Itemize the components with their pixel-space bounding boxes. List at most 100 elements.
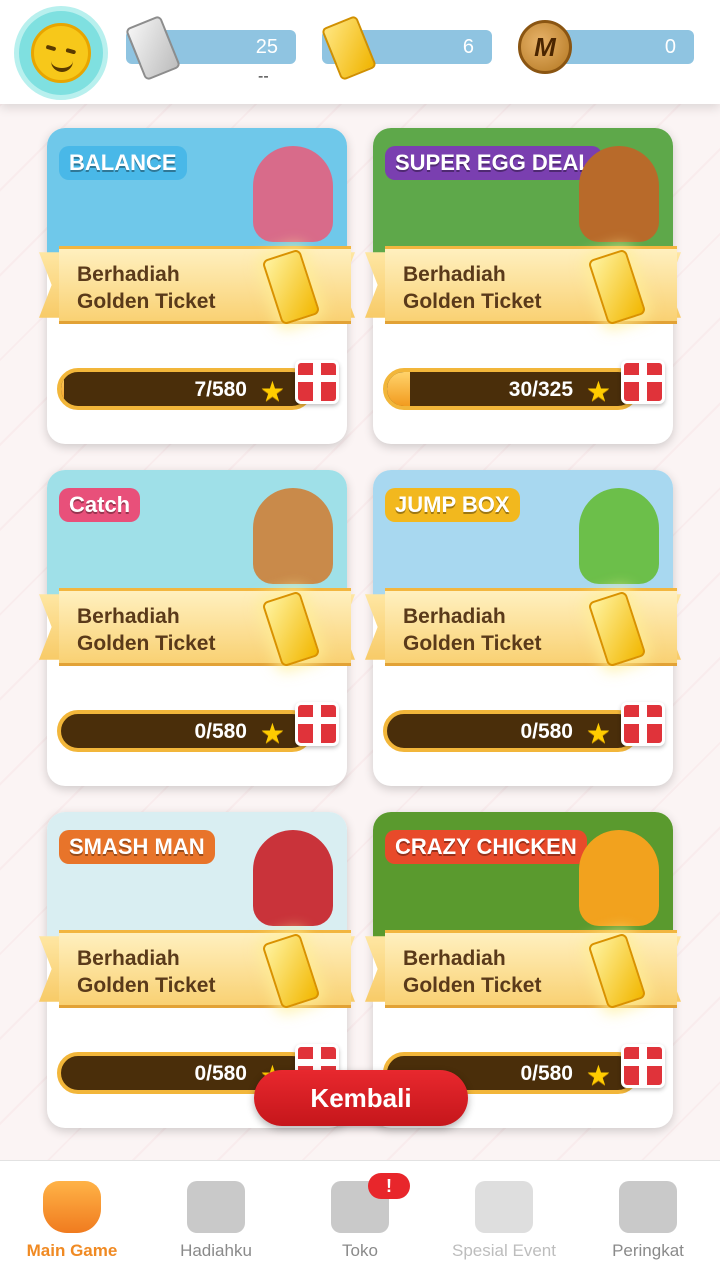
reward-line2: Golden Ticket	[77, 974, 216, 997]
avatar[interactable]	[14, 6, 108, 100]
notification-badge: !	[368, 1173, 410, 1199]
nav-item-hadiahku[interactable]: Hadiahku	[144, 1161, 288, 1280]
gift-icon[interactable]	[295, 360, 339, 404]
game-logo: BALANCE	[59, 146, 187, 180]
star-icon: ★	[585, 376, 611, 407]
game-thumbnail: Catch	[47, 470, 347, 598]
reward-line1: Berhadiah	[403, 605, 506, 628]
reward-text: Berhadiah Golden Ticket	[403, 261, 593, 315]
nav-label: Hadiahku	[180, 1241, 252, 1260]
game-mascot-icon	[253, 146, 333, 242]
star-icon: ★	[259, 376, 285, 407]
reward-line1: Berhadiah	[403, 947, 506, 970]
reward-ribbon-band: Berhadiah Golden Ticket	[385, 588, 677, 668]
reward-line2: Golden Ticket	[77, 290, 216, 313]
game-thumbnail: CRAZY CHICKEN	[373, 812, 673, 940]
silver-ticket-sub: --	[258, 68, 269, 85]
gift-box-icon	[187, 1181, 245, 1233]
game-logo: CRAZY CHICKEN	[385, 830, 587, 864]
progress-fill	[387, 372, 410, 406]
star-icon: ★	[585, 718, 611, 749]
gift-icon[interactable]	[295, 702, 339, 746]
game-logo: Catch	[59, 488, 141, 522]
golden-ticket-icon	[261, 590, 321, 668]
nav-label: Main Game	[26, 1241, 118, 1260]
coin-symbol: M	[534, 31, 556, 62]
avatar-face-icon	[31, 23, 91, 83]
reward-ribbon-band: Berhadiah Golden Ticket	[385, 246, 677, 326]
progress-bar: 0/580 ★	[383, 710, 639, 752]
silver-ticket-icon	[124, 14, 182, 82]
reward-line2: Golden Ticket	[403, 632, 542, 655]
reward-text: Berhadiah Golden Ticket	[403, 945, 593, 999]
coin-count: 0	[664, 35, 676, 58]
progress-text: 0/580	[520, 1062, 573, 1085]
progress-text: 0/580	[194, 720, 247, 743]
game-logo: JUMP BOX	[385, 488, 520, 522]
top-header: 25 -- 6 0 M	[0, 0, 720, 104]
progress-bar: 0/580 ★	[57, 710, 313, 752]
game-mascot-icon	[253, 488, 333, 584]
progress-text: 30/325	[508, 378, 573, 401]
reward-line1: Berhadiah	[77, 605, 180, 628]
bottom-nav: Main Game Hadiahku ! Toko Spesial Event …	[0, 1160, 720, 1280]
game-mascot-icon	[253, 830, 333, 926]
coin-icon: M	[518, 20, 572, 74]
gift-icon[interactable]	[621, 702, 665, 746]
progress-bar: 30/325 ★	[383, 368, 639, 410]
reward-text: Berhadiah Golden Ticket	[77, 603, 267, 657]
reward-ribbon-band: Berhadiah Golden Ticket	[385, 930, 677, 1010]
nav-item-main-game[interactable]: Main Game	[0, 1161, 144, 1280]
game-thumbnail: JUMP BOX	[373, 470, 673, 598]
star-icon: ★	[585, 1060, 611, 1091]
reward-line1: Berhadiah	[403, 263, 506, 286]
reward-ribbon-band: Berhadiah Golden Ticket	[59, 930, 351, 1010]
trophy-icon	[619, 1181, 677, 1233]
game-thumbnail: SUPER EGG DEAL	[373, 128, 673, 256]
nav-item-peringkat[interactable]: Peringkat	[576, 1161, 720, 1280]
reward-ribbon-band: Berhadiah Golden Ticket	[59, 246, 351, 326]
reward-line1: Berhadiah	[77, 947, 180, 970]
reward-line2: Golden Ticket	[403, 290, 542, 313]
reward-line1: Berhadiah	[77, 263, 180, 286]
back-button[interactable]: Kembali	[254, 1070, 468, 1126]
game-card[interactable]: BALANCE Berhadiah Golden Ticket 7/580 ★	[39, 128, 355, 444]
star-icon: ★	[259, 718, 285, 749]
progress-bar: 7/580 ★	[57, 368, 313, 410]
game-card[interactable]: Catch Berhadiah Golden Ticket 0/580 ★	[39, 470, 355, 786]
game-thumbnail: SMASH MAN	[47, 812, 347, 940]
reward-text: Berhadiah Golden Ticket	[77, 261, 267, 315]
game-logo: SMASH MAN	[59, 830, 215, 864]
game-mascot-icon	[579, 146, 659, 242]
reward-ribbon-band: Berhadiah Golden Ticket	[59, 588, 351, 668]
game-logo: SUPER EGG DEAL	[385, 146, 602, 180]
event-icon	[475, 1181, 533, 1233]
golden-ticket-icon	[587, 248, 647, 326]
nav-item-spesial-event[interactable]: Spesial Event	[432, 1161, 576, 1280]
gift-icon[interactable]	[621, 1044, 665, 1088]
game-mascot-icon	[579, 830, 659, 926]
golden-ticket-icon	[320, 14, 378, 82]
reward-text: Berhadiah Golden Ticket	[403, 603, 593, 657]
nav-item-toko[interactable]: ! Toko	[288, 1161, 432, 1280]
golden-ticket-count: 6	[462, 35, 474, 58]
reward-text: Berhadiah Golden Ticket	[77, 945, 267, 999]
game-mascot-icon	[579, 488, 659, 584]
gift-icon[interactable]	[621, 360, 665, 404]
gamepad-icon	[43, 1181, 101, 1233]
progress-text: 0/580	[194, 1062, 247, 1085]
golden-ticket-icon	[261, 932, 321, 1010]
progress-fill	[61, 372, 64, 406]
silver-ticket-count: 25	[255, 35, 278, 58]
game-card[interactable]: SUPER EGG DEAL Berhadiah Golden Ticket 3…	[365, 128, 681, 444]
nav-label: Spesial Event	[452, 1241, 556, 1260]
game-thumbnail: BALANCE	[47, 128, 347, 256]
progress-text: 0/580	[520, 720, 573, 743]
reward-line2: Golden Ticket	[403, 974, 542, 997]
golden-ticket-icon	[587, 590, 647, 668]
reward-line2: Golden Ticket	[77, 632, 216, 655]
nav-label: Peringkat	[612, 1241, 684, 1260]
nav-label: Toko	[342, 1241, 378, 1260]
golden-ticket-icon	[587, 932, 647, 1010]
game-card[interactable]: JUMP BOX Berhadiah Golden Ticket 0/580 ★	[365, 470, 681, 786]
